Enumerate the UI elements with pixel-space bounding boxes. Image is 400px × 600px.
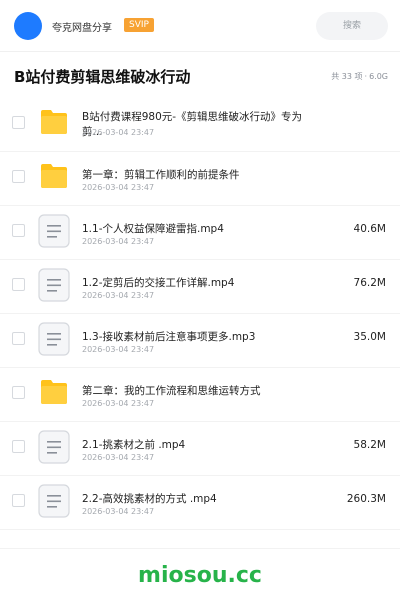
meta-separator: · — [364, 72, 368, 81]
item-count: 共 33 项 — [331, 72, 363, 81]
file-size: 40.6M — [353, 223, 386, 235]
select-checkbox[interactable] — [12, 332, 25, 345]
file-name: 2.2-高效挑素材的方式 .mp4 — [82, 493, 217, 505]
folder-size: 6.0G — [369, 72, 388, 81]
avatar[interactable] — [14, 12, 42, 40]
document-icon — [38, 484, 70, 518]
folder-header: B站付费剪辑思维破冰行动 共 33 项 · 6.0G — [0, 52, 400, 98]
file-date: 2026-03-04 23:47 — [82, 399, 155, 408]
file-size: 35.0M — [353, 331, 386, 343]
top-bar: 夸克网盘分享 SVIP 搜索 — [0, 0, 400, 52]
list-item[interactable]: 第二章：我的工作流程和思维运转方式 2026-03-04 23:47 — [0, 368, 400, 422]
document-icon — [38, 268, 70, 302]
list-item[interactable]: 2.2-高效挑素材的方式 .mp4 2026-03-04 23:47 260.3… — [0, 476, 400, 530]
file-name: 第二章：我的工作流程和思维运转方式 — [82, 385, 261, 397]
list-item[interactable]: 第一章：剪辑工作顺利的前提条件 2026-03-04 23:47 — [0, 152, 400, 206]
folder-icon — [41, 110, 67, 134]
document-icon — [38, 322, 70, 356]
document-icon — [38, 430, 70, 464]
list-item[interactable]: 1.2-定剪后的交接工作详解.mp4 2026-03-04 23:47 76.2… — [0, 260, 400, 314]
file-size: 58.2M — [353, 439, 386, 451]
share-owner-name: 夸克网盘分享 — [52, 23, 112, 34]
select-checkbox[interactable] — [12, 224, 25, 237]
file-date: 2026-03-04 23:47 — [82, 345, 155, 354]
file-name: 1.2-定剪后的交接工作详解.mp4 — [82, 277, 235, 289]
select-checkbox[interactable] — [12, 170, 25, 183]
select-checkbox[interactable] — [12, 494, 25, 507]
file-date: 2026-03-04 23:47 — [82, 237, 155, 246]
bottom-bar: miosou.cc — [0, 548, 400, 600]
file-name: 1.1-个人权益保障避雷指.mp4 — [82, 223, 224, 235]
file-date: 2026-03-04 23:47 — [82, 507, 155, 516]
list-item[interactable]: 1.3-接收素材前后注意事项更多.mp3 2026-03-04 23:47 35… — [0, 314, 400, 368]
document-icon — [38, 214, 70, 248]
site-watermark: miosou.cc — [138, 563, 262, 588]
file-list: B站付费课程980元-《剪辑思维破冰行动》专为剪... 2026-03-04 2… — [0, 98, 400, 530]
folder-icon — [41, 164, 67, 188]
share-page: 夸克网盘分享 SVIP 搜索 B站付费剪辑思维破冰行动 共 33 项 · 6.0G … — [0, 0, 400, 600]
list-item[interactable]: 2.1-挑素材之前 .mp4 2026-03-04 23:47 58.2M — [0, 422, 400, 476]
file-date: 2026-03-04 23:47 — [82, 453, 155, 462]
file-name: 2.1-挑素材之前 .mp4 — [82, 439, 186, 451]
search-button[interactable]: 搜索 — [316, 12, 388, 40]
svip-badge: SVIP — [124, 18, 154, 32]
file-name: 1.3-接收素材前后注意事项更多.mp3 — [82, 331, 256, 343]
list-item[interactable]: 1.1-个人权益保障避雷指.mp4 2026-03-04 23:47 40.6M — [0, 206, 400, 260]
select-checkbox[interactable] — [12, 278, 25, 291]
select-checkbox[interactable] — [12, 116, 25, 129]
file-name: 第一章：剪辑工作顺利的前提条件 — [82, 169, 240, 181]
file-date: 2026-03-04 23:47 — [82, 128, 155, 137]
file-size: 260.3M — [346, 493, 386, 505]
folder-title: B站付费剪辑思维破冰行动 — [14, 68, 191, 86]
select-checkbox[interactable] — [12, 386, 25, 399]
folder-meta: 共 33 项 · 6.0G — [331, 71, 388, 82]
list-item[interactable]: B站付费课程980元-《剪辑思维破冰行动》专为剪... 2026-03-04 2… — [0, 98, 400, 152]
file-date: 2026-03-04 23:47 — [82, 183, 155, 192]
file-date: 2026-03-04 23:47 — [82, 291, 155, 300]
folder-icon — [41, 380, 67, 404]
select-checkbox[interactable] — [12, 440, 25, 453]
file-size: 76.2M — [353, 277, 386, 289]
